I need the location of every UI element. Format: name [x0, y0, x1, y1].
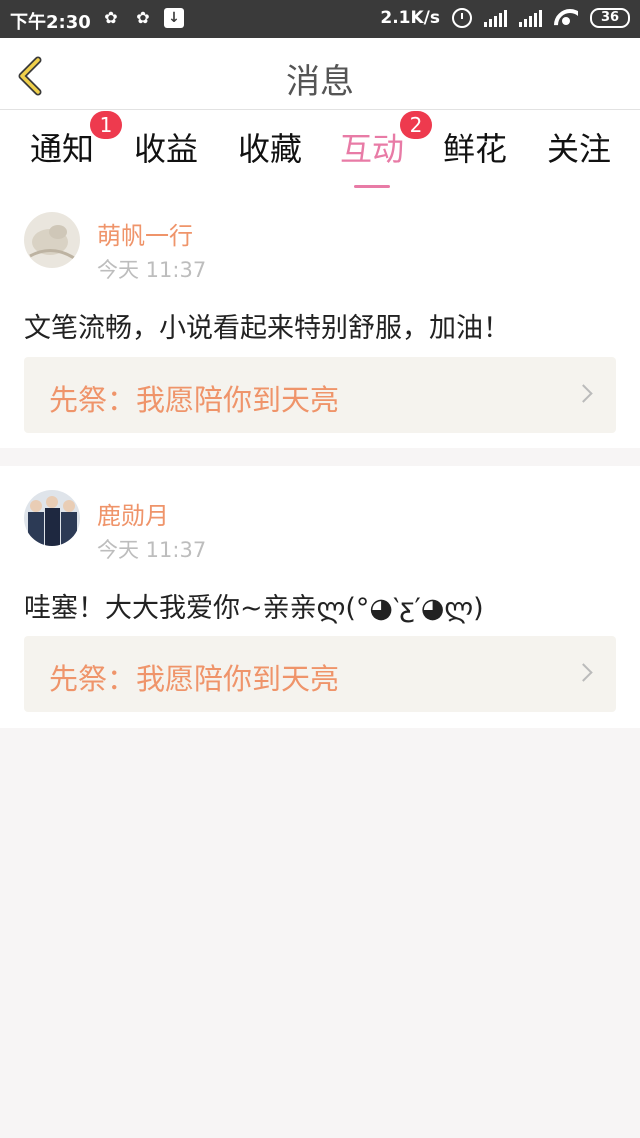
tab-label: 通知: [29, 130, 94, 168]
status-right: 2.1K/s 36: [380, 8, 630, 28]
tab-label: 鲜花: [442, 130, 507, 168]
tab-interactions[interactable]: 互动 2: [320, 111, 432, 188]
tab-favorites[interactable]: 收藏: [218, 124, 322, 170]
app-header: 消息: [0, 38, 640, 110]
wifi-icon: [554, 9, 578, 27]
avatar-image: [24, 212, 80, 268]
tab-label: 互动: [339, 130, 404, 168]
comment-text: 哇塞！大大我爱你~亲亲ლ(°◕‵ƹ′◕ლ): [24, 593, 484, 624]
tab-following[interactable]: 关注: [527, 124, 631, 170]
tab-bar: 通知 1 收益 收藏 互动 2 鲜花 关注: [0, 110, 640, 190]
status-time: 下午2:30: [10, 12, 91, 33]
avatar[interactable]: [24, 490, 80, 546]
tab-earnings[interactable]: 收益: [114, 124, 218, 170]
chevron-right-icon: [574, 384, 593, 403]
work-title: 先祭：我愿陪你到天亮: [49, 383, 340, 417]
message-time: 今天 11:37: [97, 538, 207, 562]
download-icon: ↓: [164, 8, 184, 28]
message-card: 鹿勋月 今天 11:37 哇塞！大大我爱你~亲亲ლ(°◕‵ƹ′◕ლ) 先祭：我愿…: [0, 466, 640, 728]
active-tab-indicator: [354, 185, 390, 188]
avatar[interactable]: [24, 212, 80, 268]
tab-notifications[interactable]: 通知 1: [10, 111, 122, 170]
net-speed: 2.1K/s: [380, 8, 440, 28]
work-link[interactable]: 先祭：我愿陪你到天亮: [24, 357, 616, 433]
tab-flowers[interactable]: 鲜花: [423, 124, 527, 170]
signal-icon: [484, 9, 507, 27]
tab-label: 收益: [133, 130, 198, 168]
wechat-icon: ✿: [104, 8, 118, 27]
tab-label: 收藏: [237, 130, 302, 168]
message-card: 萌帆一行 今天 11:37 文笔流畅，小说看起来特别舒服，加油！ 先祭：我愿陪你…: [0, 190, 640, 448]
status-bar: 下午2:30 ✿ ✿ ↓ 2.1K/s 36: [0, 0, 640, 38]
tab-label: 关注: [546, 130, 611, 168]
avatar-image: [24, 490, 80, 546]
message-time: 今天 11:37: [97, 258, 207, 282]
battery-icon: 36: [590, 8, 630, 28]
wechat-icon: ✿: [136, 8, 150, 27]
username[interactable]: 鹿勋月: [97, 496, 169, 531]
page-title: 消息: [286, 62, 354, 102]
notification-icons: ✿ ✿ ↓: [100, 8, 184, 28]
work-link[interactable]: 先祭：我愿陪你到天亮: [24, 636, 616, 712]
chevron-right-icon: [574, 663, 593, 682]
signal-icon: [519, 9, 542, 27]
alarm-icon: [452, 8, 472, 28]
work-title: 先祭：我愿陪你到天亮: [49, 662, 340, 696]
comment-text: 文笔流畅，小说看起来特别舒服，加油！: [24, 313, 510, 344]
username[interactable]: 萌帆一行: [97, 216, 193, 251]
